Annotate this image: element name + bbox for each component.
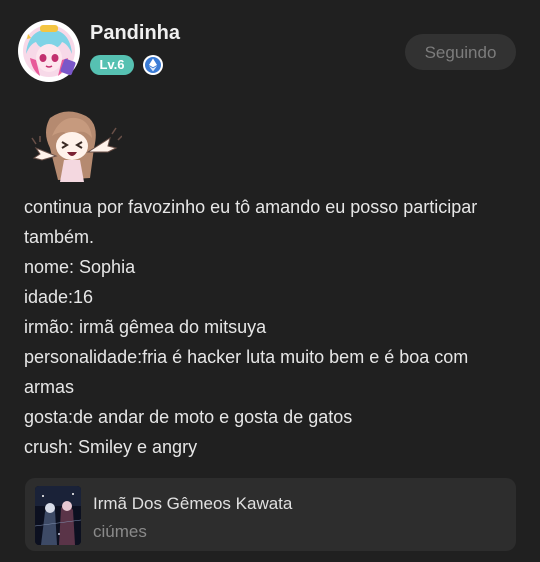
card-title: Irmã Dos Gêmeos Kawata <box>93 494 293 513</box>
user-avatar[interactable] <box>18 20 80 82</box>
post-line: gosta:de andar de moto e gosta de gatos <box>24 407 353 427</box>
post-header: Pandinha Lv.6 Seguindo <box>0 0 540 90</box>
card-subtitle: ciúmes <box>93 522 147 541</box>
verified-icon <box>142 54 164 76</box>
linked-post-card[interactable]: Irmã Dos Gêmeos Kawata ciúmes <box>25 478 516 551</box>
username[interactable]: Pandinha <box>90 22 180 45</box>
post-line: irmão: irmã gêmea do mitsuya <box>24 317 267 337</box>
following-button[interactable]: Seguindo <box>405 34 516 70</box>
post-body: continua por favozinho eu tô amando eu p… <box>24 192 518 462</box>
post-line: crush: Smiley e angry <box>24 437 198 457</box>
post-line: nome: Sophia <box>24 257 136 277</box>
card-thumbnail <box>35 486 81 545</box>
level-badge: Lv.6 <box>90 55 134 75</box>
chibi-sticker <box>30 108 123 184</box>
post-line: continua por favozinho eu tô amando eu p… <box>24 197 478 247</box>
post-line: personalidade:fria é hacker luta muito b… <box>24 347 469 397</box>
avatar-image <box>19 21 79 81</box>
post-line: idade:16 <box>24 287 94 307</box>
